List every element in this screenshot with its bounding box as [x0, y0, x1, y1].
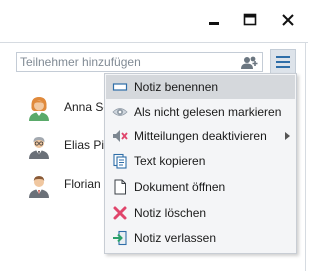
- male-avatar-icon: [29, 176, 49, 198]
- rename-icon: [112, 83, 128, 91]
- menu-item-leave-note[interactable]: Notiz verlassen: [106, 226, 295, 250]
- menu-item-mute-notifications[interactable]: Mitteilungen deaktivieren: [106, 124, 295, 148]
- close-icon: [282, 14, 294, 26]
- participant-name: Anna Sc: [64, 100, 110, 114]
- menu-item-delete-note[interactable]: Notiz löschen: [106, 201, 295, 225]
- menu-item-open-document[interactable]: Dokument öffnen: [106, 175, 295, 199]
- menu-button[interactable]: [270, 49, 296, 75]
- menu-item-rename-note[interactable]: Notiz benennen: [106, 75, 295, 99]
- maximize-button[interactable]: [232, 0, 268, 40]
- copy-icon: [113, 153, 127, 169]
- hamburger-menu-icon: [276, 56, 290, 68]
- context-menu: Notiz benennen Als nicht gelesen markier…: [104, 73, 297, 254]
- male-avatar-icon: [29, 137, 49, 159]
- menu-item-label: Als nicht gelesen markieren: [134, 105, 282, 119]
- minimize-icon: [209, 22, 219, 25]
- delete-icon: [113, 206, 127, 220]
- menu-item-label: Mitteilungen deaktivieren: [134, 129, 267, 143]
- participant-search-input[interactable]: [20, 54, 232, 70]
- menu-item-label: Notiz löschen: [134, 206, 207, 220]
- add-user-icon[interactable]: [240, 55, 258, 69]
- search-box: [16, 52, 263, 72]
- menu-item-label: Notiz benennen: [134, 80, 219, 94]
- participant-item[interactable]: Florian L: [26, 172, 116, 198]
- leave-icon: [113, 230, 127, 246]
- participant-item[interactable]: Elias Pic: [26, 133, 116, 159]
- minimize-button[interactable]: [196, 0, 232, 40]
- title-bar: [0, 0, 308, 40]
- participant-item[interactable]: Anna Sc: [26, 95, 116, 121]
- mute-speaker-icon: [113, 130, 128, 142]
- maximize-icon: [243, 13, 257, 26]
- document-icon: [114, 179, 126, 195]
- menu-item-label: Notiz verlassen: [134, 231, 217, 245]
- menu-item-mark-unread[interactable]: Als nicht gelesen markieren: [106, 100, 295, 124]
- app-window: Anna Sc Elias Pic Florian L N: [0, 0, 308, 271]
- eye-icon: [112, 108, 128, 116]
- pane-border: [305, 43, 306, 271]
- menu-item-label: Text kopieren: [134, 154, 206, 168]
- title-divider: [0, 42, 308, 43]
- menu-item-copy-text[interactable]: Text kopieren: [106, 149, 295, 173]
- female-avatar-icon: [29, 97, 49, 121]
- menu-item-label: Dokument öffnen: [134, 180, 226, 194]
- close-button[interactable]: [270, 0, 306, 40]
- submenu-arrow-icon: [285, 132, 290, 140]
